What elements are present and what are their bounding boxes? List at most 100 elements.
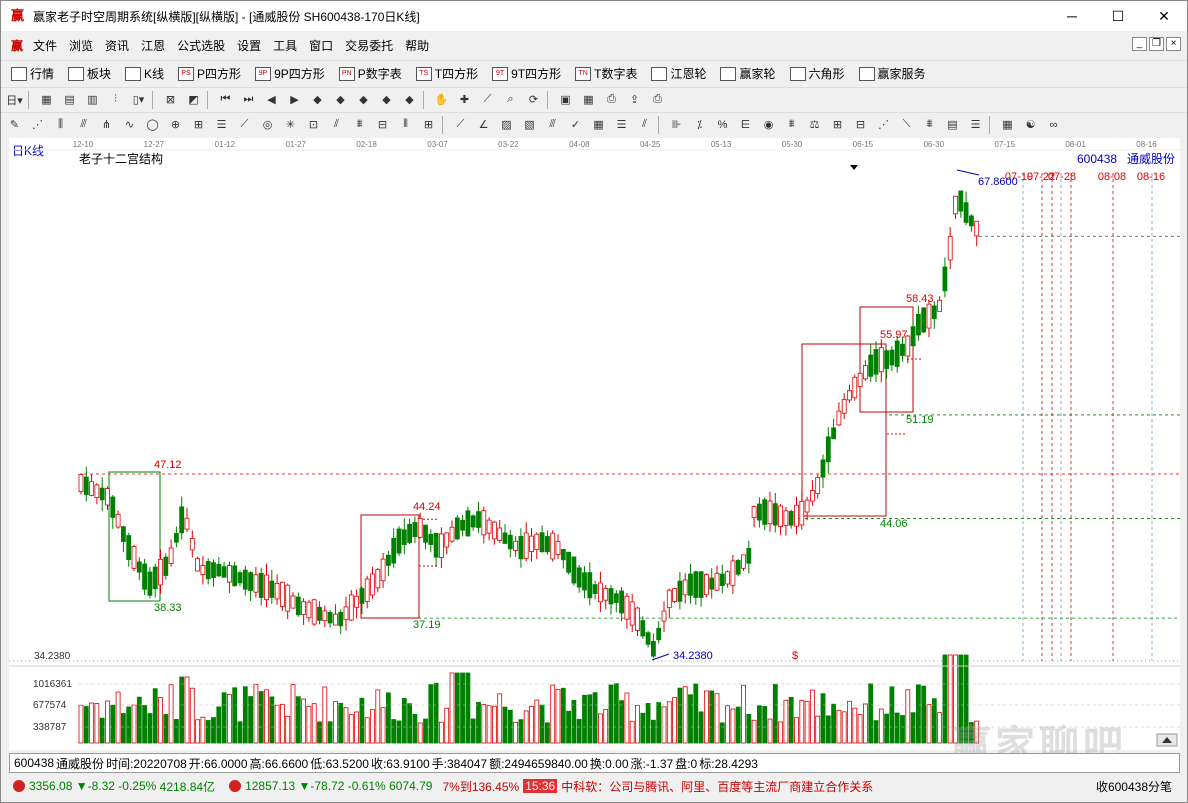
toolbar-item-winner-wheel[interactable]: 赢家轮 <box>720 65 776 82</box>
lines2-icon[interactable]: ⫻ <box>543 116 562 134</box>
angle-icon[interactable]: ∠ <box>474 116 493 134</box>
cycle-icon[interactable]: ⊕ <box>166 116 185 134</box>
menu-file[interactable]: 文件 <box>27 37 63 54</box>
hatch2-icon[interactable]: ▧ <box>520 116 539 134</box>
menu-help[interactable]: 帮助 <box>399 37 435 54</box>
target-icon[interactable]: ◎ <box>258 116 277 134</box>
menu-news[interactable]: 资讯 <box>99 37 135 54</box>
toolbar-item-ps[interactable]: PS P四方形 <box>178 65 241 82</box>
refresh-icon[interactable]: ⟳ <box>524 91 543 109</box>
wave-icon[interactable]: ∿ <box>120 116 139 134</box>
ladder3-icon[interactable]: ⩩ <box>920 116 939 134</box>
toolbar-item-ts[interactable]: TS T四方形 <box>415 65 478 82</box>
scale-icon[interactable]: ⚖ <box>805 116 824 134</box>
multi-chart-icon[interactable]: ▤ <box>60 91 79 109</box>
slash-icon[interactable]: ⫽ <box>635 116 654 134</box>
menu-formula[interactable]: 公式选股 <box>171 37 231 54</box>
gann-grid-icon[interactable]: ⊠ <box>161 91 180 109</box>
export-icon[interactable]: ⇪ <box>625 91 644 109</box>
diag-icon[interactable]: ⟍ <box>897 116 916 134</box>
menu-window[interactable]: 窗口 <box>303 37 339 54</box>
table2-icon[interactable]: ▦ <box>998 116 1017 134</box>
gann-fan-icon[interactable]: ⫻ <box>74 116 93 134</box>
menu-browse[interactable]: 浏览 <box>63 37 99 54</box>
last-icon[interactable]: ⏭ <box>239 91 258 109</box>
fib-icon[interactable]: ☰ <box>212 116 231 134</box>
period-select-icon[interactable]: 日▾ <box>5 91 24 109</box>
crosshair-icon[interactable]: ✚ <box>455 91 474 109</box>
gann-box-icon[interactable]: ⊟ <box>851 116 870 134</box>
fan2-icon[interactable]: ⋰ <box>874 116 893 134</box>
grid-lines-icon[interactable]: ⊞ <box>189 116 208 134</box>
minimize-button[interactable]: ─ <box>1049 1 1095 31</box>
diamond-5-icon[interactable]: ◆ <box>400 91 419 109</box>
trend-icon[interactable]: ⟋ <box>478 91 497 109</box>
coin-icon[interactable]: ◉ <box>759 116 778 134</box>
print-icon[interactable]: ⎙ <box>602 91 621 109</box>
speed-icon[interactable]: ⟋ <box>235 116 254 134</box>
menu-trade[interactable]: 交易委托 <box>339 37 399 54</box>
grid2-icon[interactable]: ⊞ <box>828 116 847 134</box>
toolbar-item-grid[interactable]: 行情 <box>11 65 54 82</box>
circle-icon[interactable]: ◯ <box>143 116 162 134</box>
prev-icon[interactable]: ◀ <box>262 91 281 109</box>
pen-icon[interactable]: ✎ <box>5 116 24 134</box>
first-icon[interactable]: ⏮ <box>216 91 235 109</box>
candle-type-icon[interactable]: ▯▾ <box>129 91 148 109</box>
close-button[interactable]: ✕ <box>1141 1 1187 31</box>
toolbar-item-pn[interactable]: PN P数字表 <box>338 65 402 82</box>
step-icon[interactable]: ⋿ <box>736 116 755 134</box>
flag-icon[interactable]: ◩ <box>184 91 203 109</box>
next-icon[interactable]: ▶ <box>285 91 304 109</box>
news-ticker[interactable]: 7%到136.45% 15:36 中科软：公司与腾讯、阿里、百度等主流厂商建立合… <box>442 778 873 795</box>
diamond-3-icon[interactable]: ◆ <box>354 91 373 109</box>
box-icon[interactable]: ⊟ <box>373 116 392 134</box>
channel-icon[interactable]: ⫼ <box>51 116 70 134</box>
hatch-icon[interactable]: ▨ <box>497 116 516 134</box>
list2-icon[interactable]: ☰ <box>966 116 985 134</box>
menu-gann[interactable]: 江恩 <box>135 37 171 54</box>
toolbar-item-gann-wheel[interactable]: 江恩轮 <box>651 65 706 82</box>
kline-icon[interactable]: ⫶ <box>106 91 125 109</box>
ladder-icon[interactable]: ⩩ <box>350 116 369 134</box>
percent-icon[interactable]: % <box>713 116 732 134</box>
kline-chart[interactable]: 日K线老子十二宫结构 600438 通威股份 12-10 12-27 01-12 01-27… <box>9 138 1180 750</box>
bars2-icon[interactable]: ⫴ <box>396 116 415 134</box>
ruler-icon[interactable]: ⊪ <box>667 116 686 134</box>
index-shanghai[interactable]: 3356.08 ▼-8.32 -0.25% 4218.84亿 <box>9 778 215 795</box>
mdi-minimize-button[interactable]: _ <box>1132 37 1147 51</box>
list-icon[interactable]: ☰ <box>612 116 631 134</box>
mdi-close-button[interactable]: × <box>1166 37 1181 51</box>
hatch3-icon[interactable]: ▤ <box>943 116 962 134</box>
calc-icon[interactable]: ▦ <box>579 91 598 109</box>
bars-icon[interactable]: ▥ <box>83 91 102 109</box>
lines-icon[interactable]: ⫽ <box>327 116 346 134</box>
toolbar-item-blocks[interactable]: 板块 <box>68 65 111 82</box>
percent-slash-icon[interactable]: ⁒ <box>690 116 709 134</box>
printer-icon[interactable]: ⎙ <box>648 91 667 109</box>
ladder2-icon[interactable]: ⩩ <box>782 116 801 134</box>
zoom-icon[interactable]: ⌕ <box>501 91 520 109</box>
fork-icon[interactable]: ⋔ <box>97 116 116 134</box>
diamond-2-icon[interactable]: ◆ <box>331 91 350 109</box>
diamond-4-icon[interactable]: ◆ <box>377 91 396 109</box>
mdi-restore-button[interactable]: ❐ <box>1149 37 1164 51</box>
menu-settings[interactable]: 设置 <box>231 37 267 54</box>
diamond-1-icon[interactable]: ◆ <box>308 91 327 109</box>
fan-icon[interactable]: ⋰ <box>28 116 47 134</box>
calendar-icon[interactable]: ▣ <box>556 91 575 109</box>
toolbar-item-kline[interactable]: K线 <box>125 65 164 82</box>
ray-icon[interactable]: ⟋ <box>451 116 470 134</box>
maximize-button[interactable]: ☐ <box>1095 1 1141 31</box>
check-icon[interactable]: ✓ <box>566 116 585 134</box>
calendar2-icon[interactable]: ⊞ <box>419 116 438 134</box>
chart-panel[interactable]: 日K线 老子十二宫结构 600438 通威股份 12-10 12-27 01-12 01-27… <box>9 138 1180 750</box>
menu-tools[interactable]: 工具 <box>267 37 303 54</box>
hand-icon[interactable]: ✋ <box>432 91 451 109</box>
toolbar-item-hexagon[interactable]: 六角形 <box>789 65 845 82</box>
index-shenzhen[interactable]: 12857.13 ▼-78.72 -0.61% 6074.79 <box>225 779 432 793</box>
table-icon[interactable]: ▦ <box>589 116 608 134</box>
layout-icon[interactable]: ▦ <box>37 91 56 109</box>
square-icon[interactable]: ⊡ <box>304 116 323 134</box>
toolbar-item-tn[interactable]: TN T数字表 <box>575 65 637 82</box>
